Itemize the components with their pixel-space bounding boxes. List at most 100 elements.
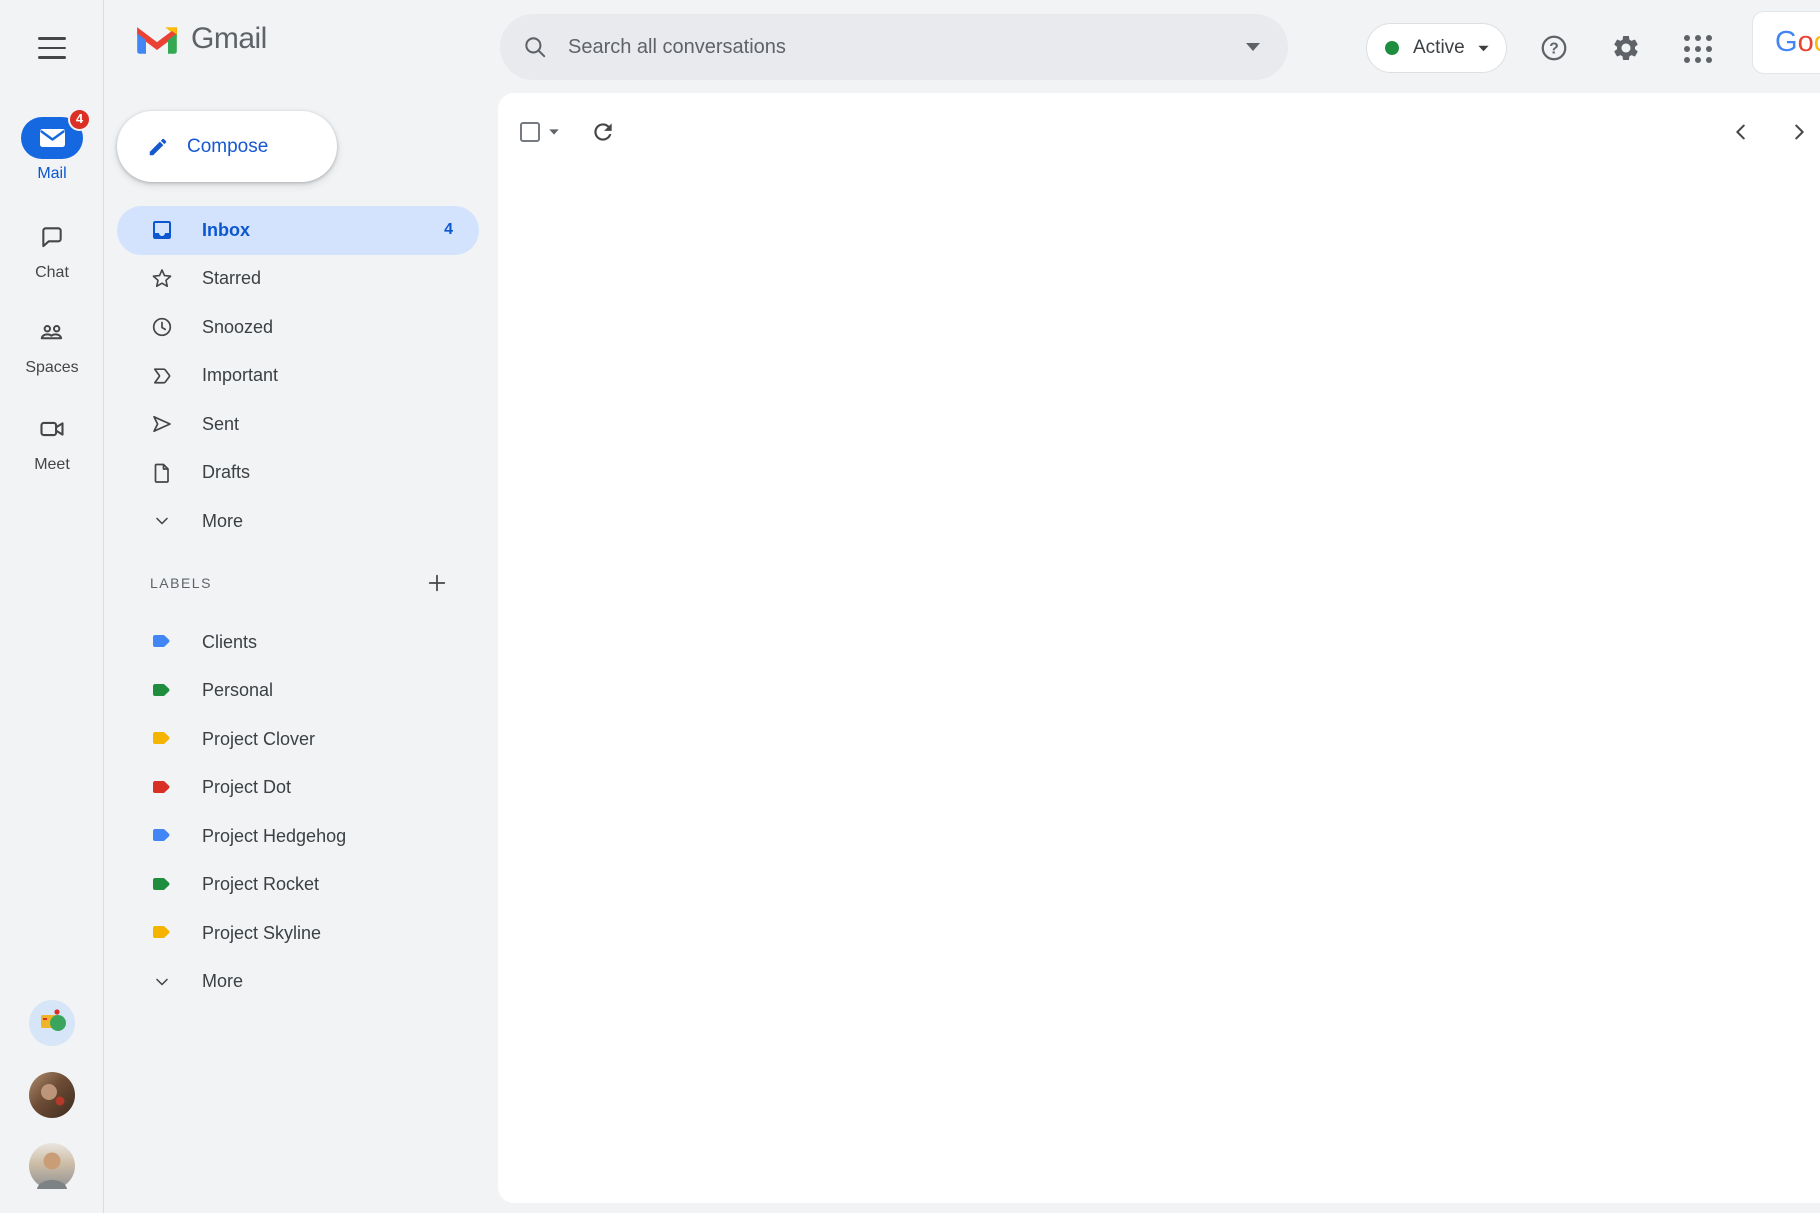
rail-item-spaces[interactable]: Spaces — [0, 311, 104, 377]
label-name: Project Dot — [202, 777, 292, 798]
label-item-personal[interactable]: Personal — [117, 667, 479, 716]
label-item-project-hedgehog[interactable]: Project Hedgehog — [117, 812, 479, 861]
sidebar-item-snoozed[interactable]: Snoozed — [117, 303, 479, 352]
help-button[interactable]: ? — [1539, 33, 1569, 63]
svg-text:?: ? — [1549, 41, 1559, 58]
label-tag-icon — [153, 732, 170, 745]
label-tag-icon — [153, 829, 170, 842]
apps-button[interactable] — [1684, 35, 1714, 65]
label-item-more[interactable]: More — [117, 958, 479, 1007]
google-account-card[interactable]: Goog — [1752, 11, 1820, 74]
label-item-project-skyline[interactable]: Project Skyline — [117, 909, 479, 958]
labels-header-text: LABELS — [150, 575, 212, 591]
label-name: Clients — [202, 631, 258, 652]
label-name: Project Hedgehog — [202, 825, 347, 846]
rail-item-mail[interactable]: 4 Mail — [0, 108, 104, 183]
clock-icon — [152, 318, 172, 337]
spaces-icon[interactable] — [21, 311, 83, 353]
sidebar-item-starred[interactable]: Starred — [117, 255, 479, 304]
label-tag-icon — [153, 635, 170, 648]
chevron-down-icon — [156, 517, 168, 525]
list-toolbar — [498, 93, 1820, 171]
avatar-user-photo-1[interactable] — [29, 1072, 75, 1118]
google-letter: o — [1797, 26, 1814, 58]
compose-button[interactable]: Compose — [117, 111, 337, 182]
gmail-wordmark: Gmail — [191, 22, 267, 55]
label-name: Project Skyline — [202, 922, 322, 943]
sidebar-item-sent[interactable]: Sent — [117, 400, 479, 449]
sidebar-item-label: Important — [202, 365, 279, 386]
status-selector[interactable]: Active — [1366, 23, 1507, 73]
gear-icon — [1614, 36, 1638, 60]
rail-item-meet[interactable]: Meet — [0, 408, 104, 474]
chat-icon[interactable] — [21, 216, 83, 258]
chevron-down-icon — [156, 978, 168, 986]
mail-icon[interactable]: 4 — [21, 108, 91, 159]
app-rail: 4 Mail Chat Spaces Meet — [0, 0, 104, 1213]
mail-list-panel — [498, 93, 1820, 1203]
apps-grid-icon — [1684, 35, 1714, 63]
label-name: Project Clover — [202, 728, 316, 749]
label-item-project-rocket[interactable]: Project Rocket — [117, 861, 479, 910]
sidebar-item-more[interactable]: More — [117, 497, 479, 546]
avatar-user-photo-2[interactable] — [29, 1143, 75, 1189]
refresh-icon[interactable] — [590, 119, 616, 145]
inbox-count: 4 — [444, 221, 453, 239]
rail-label-chat: Chat — [35, 264, 69, 281]
gmail-m-icon — [137, 26, 177, 54]
sidebar-item-drafts[interactable]: Drafts — [117, 449, 479, 498]
search-options-caret-icon[interactable] — [1244, 41, 1262, 53]
envelope-icon — [39, 129, 65, 147]
inbox-icon — [153, 221, 171, 240]
sidebar-item-label: Sent — [202, 413, 240, 434]
rail-item-chat[interactable]: Chat — [0, 216, 104, 282]
label-tag-icon — [153, 926, 170, 939]
sidebar-item-label: Drafts — [202, 462, 251, 483]
chevron-down-icon — [1478, 45, 1489, 51]
search-icon — [525, 37, 546, 58]
label-tag-icon — [153, 877, 170, 890]
pencil-icon — [149, 138, 167, 155]
rail-label-mail: Mail — [37, 165, 67, 182]
label-name: Project Rocket — [202, 874, 320, 895]
send-icon — [153, 416, 171, 433]
settings-button[interactable] — [1611, 33, 1641, 63]
sidebar-item-important[interactable]: Important — [117, 352, 479, 401]
sidebar-item-label: Starred — [202, 268, 262, 289]
rail-label-spaces: Spaces — [25, 359, 79, 376]
add-label-icon[interactable] — [426, 572, 448, 594]
search-input[interactable]: Search all conversations — [568, 36, 786, 59]
avatar-illustration[interactable] — [29, 1000, 75, 1046]
sidebar-item-label: Snoozed — [202, 316, 274, 337]
rail-label-meet: Meet — [34, 456, 70, 473]
compose-label: Compose — [187, 135, 269, 157]
gmail-logo[interactable]: Gmail — [135, 22, 267, 56]
sidebar: Gmail Compose Inbox 4 Starred Snoozed Im… — [104, 0, 498, 1213]
label-item-project-clover[interactable]: Project Clover — [117, 715, 479, 764]
main-menu-icon[interactable] — [38, 37, 66, 59]
select-all-checkbox[interactable] — [520, 122, 540, 142]
older-page-icon[interactable] — [1788, 119, 1810, 145]
active-status-dot — [1385, 41, 1399, 55]
label-list: Clients Personal Project Clover Project … — [117, 618, 479, 1006]
sidebar-item-inbox[interactable]: Inbox 4 — [117, 206, 479, 255]
label-item-clients[interactable]: Clients — [117, 618, 479, 667]
label-name: Personal — [202, 680, 274, 701]
search-bar[interactable]: Search all conversations — [500, 14, 1288, 80]
label-tag-icon — [153, 780, 170, 793]
sidebar-item-label: Inbox — [202, 219, 250, 240]
star-icon — [152, 268, 172, 287]
google-letter: G — [1775, 26, 1798, 58]
select-caret-icon[interactable] — [548, 128, 560, 136]
draft-icon — [154, 463, 169, 483]
meet-icon[interactable] — [21, 408, 83, 450]
label-name: More — [202, 971, 244, 992]
sidebar-nav: Inbox 4 Starred Snoozed Important Sent D… — [117, 206, 479, 546]
label-tag-icon — [153, 683, 170, 696]
google-letter: o — [1814, 26, 1820, 59]
mail-unread-badge: 4 — [68, 108, 91, 131]
label-item-project-dot[interactable]: Project Dot — [117, 764, 479, 813]
newer-page-icon[interactable] — [1730, 119, 1752, 145]
labels-header: LABELS — [150, 572, 480, 594]
status-label: Active — [1413, 37, 1465, 58]
